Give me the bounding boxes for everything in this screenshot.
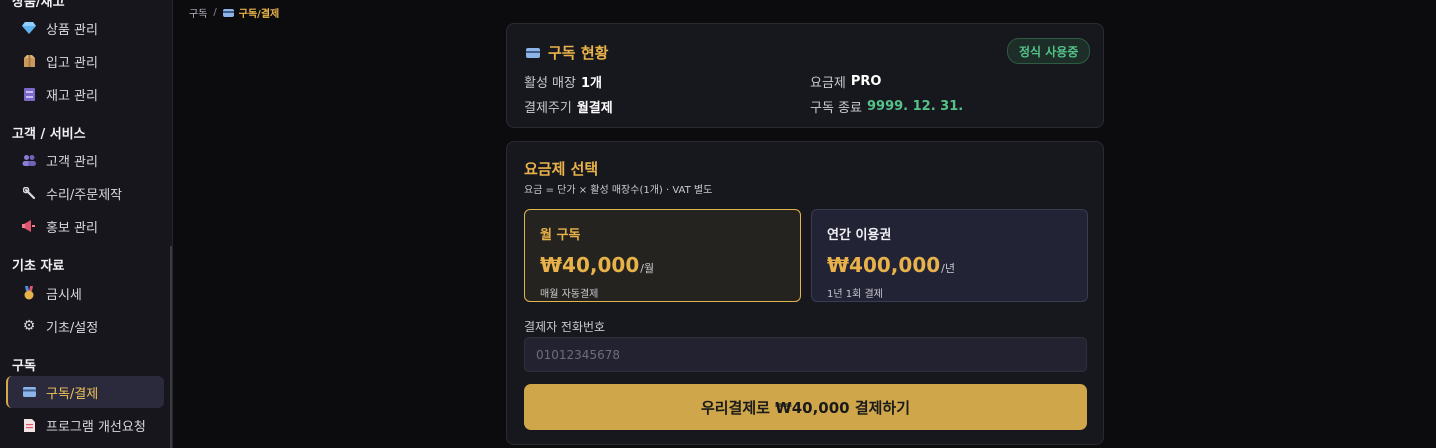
sidebar: 상품/재고 상품 관리 입고 관리 재고 관리 고객 / 서비스 고객 관리 수… — [0, 0, 173, 448]
plan-option-monthly[interactable]: 월 구독 ₩40,000 /월 매월 자동결제 — [524, 209, 801, 302]
billing-cycle-value: 월결제 — [576, 101, 613, 116]
plan-option-desc: 1년 1회 결제 — [827, 289, 883, 300]
active-stores-label: 활성 매장 — [524, 76, 576, 91]
billing-cycle-info: 결제주기 월결제 — [524, 97, 613, 116]
phone-input[interactable] — [524, 337, 1087, 372]
subscription-end-info: 구독 종료 9999. 12. 31. — [810, 97, 963, 116]
sidebar-item-receiving[interactable]: 입고 관리 — [6, 45, 164, 77]
breadcrumb-separator: / — [213, 7, 217, 18]
package-icon — [22, 54, 36, 68]
sidebar-item-label: 기초/설정 — [46, 320, 99, 336]
plan-option-annual[interactable]: 연간 이용권 ₩400,000 /년 1년 1회 결제 — [811, 209, 1088, 302]
status-title-text: 구독 현황 — [548, 44, 609, 62]
medal-icon — [22, 286, 36, 300]
plan-info: 요금제 PRO — [810, 72, 881, 91]
plan-option-price: ₩40,000 /월 — [540, 253, 785, 277]
sidebar-item-label: 고객 관리 — [46, 154, 98, 170]
plan-option-unit: /년 — [941, 262, 955, 275]
subscription-end-label: 구독 종료 — [810, 101, 862, 116]
active-stores-info: 활성 매장 1개 — [524, 72, 602, 91]
sidebar-group-title: 고객 / 서비스 — [12, 127, 86, 142]
sidebar-item-label: 수리/주문제작 — [46, 187, 123, 203]
credit-card-icon — [22, 385, 36, 399]
sidebar-item-inventory[interactable]: 재고 관리 — [6, 78, 164, 110]
wrench-icon — [22, 186, 36, 200]
plan-label: 요금제 — [810, 76, 846, 91]
active-stores-value: 1개 — [580, 76, 602, 91]
sidebar-group-title: 기초 자료 — [12, 259, 65, 274]
breadcrumb-current: 구독/결제 — [222, 5, 280, 20]
document-icon — [22, 418, 36, 432]
subscription-status-card: 구독 현황 정식 사용중 활성 매장 1개 요금제 PRO 결제주기 월결제 구… — [506, 23, 1104, 128]
plan-option-unit: /월 — [640, 262, 655, 275]
plan-subtitle: 요금 = 단가 × 활성 매장수(1개) · VAT 별도 — [524, 185, 713, 196]
status-badge: 정식 사용중 — [1007, 38, 1091, 64]
sidebar-item-label: 금시세 — [46, 287, 82, 303]
breadcrumb: 구독 / 구독/결제 — [189, 5, 279, 20]
pay-button[interactable]: 우리결제로 ₩40,000 결제하기 — [524, 384, 1087, 430]
phone-field-label: 결제자 전화번호 — [524, 320, 606, 334]
plan-option-name: 월 구독 — [540, 228, 581, 243]
plan-option-amount: ₩400,000 — [827, 253, 941, 277]
sidebar-item-feedback[interactable]: 프로그램 개선요청 — [6, 409, 164, 441]
megaphone-icon — [22, 219, 36, 233]
billing-cycle-label: 결제주기 — [524, 101, 572, 116]
sidebar-item-subscription[interactable]: 구독/결제 — [6, 376, 164, 408]
sidebar-scrollbar[interactable] — [170, 246, 172, 448]
gear-icon: ⚙ — [22, 318, 36, 334]
sidebar-item-label: 입고 관리 — [46, 55, 98, 71]
credit-card-icon — [222, 8, 234, 17]
sidebar-item-label: 상품 관리 — [46, 22, 98, 38]
credit-card-icon — [526, 47, 540, 58]
plan-selection-card: 요금제 선택 요금 = 단가 × 활성 매장수(1개) · VAT 별도 월 구… — [506, 141, 1104, 445]
sidebar-item-promotion[interactable]: 홍보 관리 — [6, 210, 164, 242]
sidebar-item-label: 프로그램 개선요청 — [46, 419, 146, 435]
sidebar-group-title: 구독 — [12, 359, 36, 374]
breadcrumb-root[interactable]: 구독 — [189, 5, 207, 20]
sidebar-item-gold-price[interactable]: 금시세 — [6, 277, 164, 309]
sidebar-item-customers[interactable]: 고객 관리 — [6, 144, 164, 176]
gem-icon — [22, 21, 36, 35]
sidebar-item-label: 홍보 관리 — [46, 220, 98, 236]
users-icon — [22, 153, 36, 167]
breadcrumb-current-label: 구독/결제 — [238, 9, 280, 20]
sidebar-item-products[interactable]: 상품 관리 — [6, 12, 164, 44]
plan-value: PRO — [850, 74, 882, 89]
plan-option-name: 연간 이용권 — [827, 228, 892, 243]
sidebar-item-repair[interactable]: 수리/주문제작 — [6, 177, 164, 209]
sidebar-item-settings[interactable]: ⚙ 기초/설정 — [6, 310, 164, 342]
plan-title: 요금제 선택 — [524, 160, 599, 178]
subscription-end-value: 9999. 12. 31. — [866, 99, 964, 114]
sidebar-item-label: 재고 관리 — [46, 88, 98, 104]
plan-option-price: ₩400,000 /년 — [827, 253, 1072, 277]
status-title: 구독 현황 — [526, 42, 608, 63]
archive-icon — [22, 87, 36, 101]
sidebar-item-label: 구독/결제 — [46, 386, 99, 402]
plan-option-amount: ₩40,000 — [540, 253, 640, 277]
sidebar-group-title: 상품/재고 — [12, 0, 65, 10]
plan-option-desc: 매월 자동결제 — [540, 289, 599, 300]
